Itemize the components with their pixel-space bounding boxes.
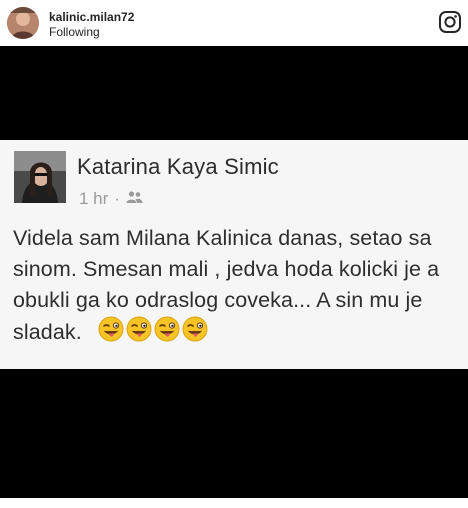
- footer-strip: [0, 498, 468, 508]
- winking-face-with-tongue-icon: [126, 316, 152, 351]
- facebook-post-screenshot[interactable]: Katarina Kaya Simic 1 hr · Videla sam Mi…: [0, 140, 468, 369]
- post-header: kalinic.milan72 Following: [0, 0, 468, 46]
- letterbox-bottom: [0, 369, 468, 498]
- author-profile-photo: [14, 151, 66, 203]
- winking-face-with-tongue-icon: [98, 316, 124, 351]
- instagram-icon[interactable]: [438, 10, 462, 34]
- following-status[interactable]: Following: [49, 25, 100, 39]
- friends-icon[interactable]: [126, 189, 143, 209]
- user-avatar[interactable]: [7, 7, 39, 39]
- post-body: Videla sam Milana Kalinica danas, setao …: [13, 226, 440, 345]
- username-link[interactable]: kalinic.milan72: [49, 10, 134, 24]
- emoji-group: [98, 316, 210, 351]
- winking-face-with-tongue-icon: [182, 316, 208, 351]
- letterbox-top: [0, 46, 468, 140]
- post-meta: 1 hr ·: [79, 189, 143, 209]
- meta-separator: ·: [114, 189, 120, 208]
- post-time[interactable]: 1 hr: [79, 189, 108, 209]
- author-name[interactable]: Katarina Kaya Simic: [77, 154, 279, 180]
- winking-face-with-tongue-icon: [154, 316, 180, 351]
- post-text: Videla sam Milana Kalinica danas, setao …: [13, 223, 458, 351]
